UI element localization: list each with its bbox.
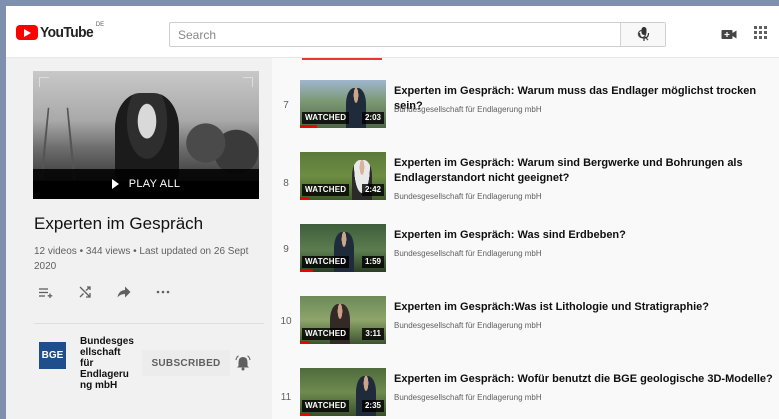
video-index: 9 <box>283 244 289 255</box>
video-title[interactable]: Experten im Gespräch: Warum sind Bergwer… <box>394 156 778 186</box>
playlist-video-item[interactable]: 9 WATCHED 1:59 Experten im Gespräch: Was… <box>272 224 779 284</box>
browser-viewport: YouTube DE Search PLAY ALL Experten im G… <box>6 6 779 419</box>
youtube-play-icon <box>16 25 38 40</box>
watch-progress-bar <box>300 269 313 272</box>
playlist-video-item[interactable]: 7 WATCHED 2:03 Experten im Gespräch: War… <box>272 80 779 140</box>
watch-progress-bar <box>300 125 318 128</box>
watched-badge: WATCHED <box>302 256 350 268</box>
create-video-icon <box>721 29 737 39</box>
channel-avatar[interactable]: BGE <box>39 342 66 369</box>
video-channel[interactable]: Bundesgesellschaft für Endlagerung mbH <box>394 105 542 114</box>
playlist-video-list: 7 WATCHED 2:03 Experten im Gespräch: War… <box>272 58 779 419</box>
watched-badge: WATCHED <box>302 328 350 340</box>
play-all-button[interactable]: PLAY ALL <box>33 169 259 199</box>
channel-name-line: ellschaft <box>80 347 121 358</box>
playlist-actions <box>36 284 173 300</box>
voice-search-button[interactable] <box>635 25 653 43</box>
notification-bell-button[interactable] <box>235 355 251 371</box>
playlist-video-item[interactable]: 11 WATCHED 2:35 Experten im Gespräch: Wo… <box>272 368 779 419</box>
video-thumbnail[interactable]: WATCHED 3:11 <box>300 296 386 344</box>
youtube-logo[interactable]: YouTube DE <box>16 22 105 41</box>
video-index: 7 <box>283 100 289 111</box>
video-title[interactable]: Experten im Gespräch: Wofür benutzt die … <box>394 372 778 387</box>
country-code: DE <box>95 22 105 28</box>
video-channel[interactable]: Bundesgesellschaft für Endlagerung mbH <box>394 321 542 330</box>
add-to-queue-icon <box>39 287 53 298</box>
playlist-thumbnail[interactable]: PLAY ALL <box>33 71 259 199</box>
bell-icon <box>235 355 251 371</box>
channel-logo-text: BGE <box>41 350 64 361</box>
add-to-queue-button[interactable] <box>36 284 56 300</box>
divider <box>34 323 264 324</box>
more-icon <box>156 290 170 294</box>
subscribed-button[interactable]: SUBSCRIBED <box>142 350 230 376</box>
video-duration: 1:59 <box>361 256 384 268</box>
video-duration: 2:03 <box>361 112 384 124</box>
shuffle-button[interactable] <box>75 284 95 300</box>
share-icon <box>117 286 131 298</box>
watched-badge: WATCHED <box>302 184 350 196</box>
playlist-video-item[interactable]: 8 WATCHED 2:42 Experten im Gespräch: War… <box>272 152 779 212</box>
masthead: YouTube DE <box>6 6 779 58</box>
search-input[interactable] <box>170 23 620 46</box>
watch-progress-bar <box>300 413 311 416</box>
playlist-stats: 12 videos • 344 views • Last updated on … <box>34 246 249 272</box>
apps-icon[interactable] <box>754 26 768 40</box>
video-index: 10 <box>280 316 292 327</box>
channel-name-line: für <box>80 358 94 369</box>
watch-progress-bar <box>300 197 309 200</box>
play-icon <box>111 179 119 189</box>
playlist-sidebar: PLAY ALL Experten im Gespräch 12 videos … <box>6 58 272 419</box>
create-button[interactable] <box>720 27 738 41</box>
previous-item-progress <box>302 58 382 60</box>
play-all-label: PLAY ALL <box>128 178 181 190</box>
video-title[interactable]: Experten im Gespräch: Was sind Erdbeben? <box>394 228 778 243</box>
search-box <box>169 22 666 47</box>
video-index: 11 <box>280 392 292 403</box>
video-thumbnail[interactable]: WATCHED 2:42 <box>300 152 386 200</box>
thumbnail-image <box>33 71 259 181</box>
mic-icon <box>638 27 650 41</box>
share-button[interactable] <box>114 284 134 300</box>
video-thumbnail[interactable]: WATCHED 2:03 <box>300 80 386 128</box>
video-thumbnail[interactable]: WATCHED 2:35 <box>300 368 386 416</box>
watched-badge: WATCHED <box>302 400 350 412</box>
video-duration: 3:11 <box>362 328 384 340</box>
video-title[interactable]: Experten im Gespräch:Was ist Lithologie … <box>394 300 778 315</box>
video-duration: 2:42 <box>361 184 384 196</box>
video-thumbnail[interactable]: WATCHED 1:59 <box>300 224 386 272</box>
more-actions-button[interactable] <box>153 284 173 300</box>
channel-name-line: ng mbH <box>80 380 118 391</box>
playlist-video-item[interactable]: 10 WATCHED 3:11 Experten im Gespräch:Was… <box>272 296 779 356</box>
video-channel[interactable]: Bundesgesellschaft für Endlagerung mbH <box>394 249 542 258</box>
playlist-title: Experten im Gespräch <box>34 214 204 233</box>
video-duration: 2:35 <box>361 400 384 412</box>
video-channel[interactable]: Bundesgesellschaft für Endlagerung mbH <box>394 393 542 402</box>
video-index: 8 <box>283 178 289 189</box>
watched-badge: WATCHED <box>302 112 350 124</box>
video-channel[interactable]: Bundesgesellschaft für Endlagerung mbH <box>394 192 542 201</box>
channel-name-line: Bundesges <box>80 336 134 347</box>
shuffle-icon <box>79 286 91 298</box>
channel-name[interactable]: Bundesges ellschaft für Endlageru ng mbH <box>80 336 140 391</box>
logo-text: YouTube <box>40 24 94 41</box>
watch-progress-bar <box>300 341 309 344</box>
channel-name-line: Endlageru <box>80 369 129 380</box>
